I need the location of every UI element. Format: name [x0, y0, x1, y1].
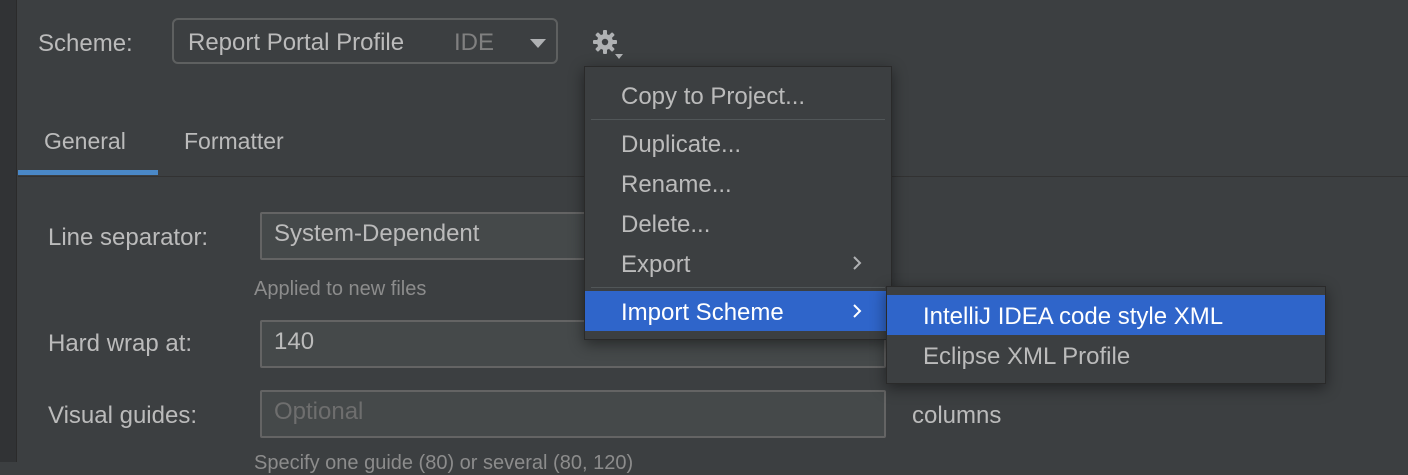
menu-item-label: Duplicate... — [621, 131, 742, 158]
tab-formatter[interactable]: Formatter — [184, 128, 284, 155]
scheme-dropdown[interactable]: Report Portal Profile IDE — [172, 18, 558, 64]
menu-item-copy-to-project[interactable]: Copy to Project... — [585, 75, 891, 115]
import-scheme-submenu: IntelliJ IDEA code style XML Eclipse XML… — [886, 286, 1326, 384]
menu-item-label: Import Scheme — [621, 299, 784, 326]
scheme-dropdown-value: Report Portal Profile — [188, 29, 405, 56]
menu-item-label: Delete... — [621, 211, 711, 238]
submenu-item-eclipse-xml[interactable]: Eclipse XML Profile — [887, 335, 1325, 375]
visual-guides-input[interactable]: Optional — [260, 390, 886, 438]
left-panel-edge — [0, 0, 17, 462]
menu-item-import-scheme[interactable]: Import Scheme — [585, 291, 891, 331]
scheme-label: Scheme: — [38, 30, 133, 57]
tab-selected-indicator — [18, 170, 158, 175]
visual-guides-label: Visual guides: — [48, 402, 197, 429]
submenu-item-intellij-xml[interactable]: IntelliJ IDEA code style XML — [887, 295, 1325, 335]
menu-separator — [591, 119, 885, 120]
visual-guides-hint: Specify one guide (80) or several (80, 1… — [254, 452, 634, 474]
menu-item-rename[interactable]: Rename... — [585, 163, 891, 203]
hard-wrap-label: Hard wrap at: — [48, 330, 193, 357]
submenu-item-label: Eclipse XML Profile — [923, 343, 1131, 370]
chevron-right-icon — [853, 256, 862, 270]
menu-item-export[interactable]: Export — [585, 243, 891, 283]
applied-hint: Applied to new files — [254, 278, 427, 300]
scheme-tag: IDE — [454, 29, 495, 56]
menu-item-label: Export — [621, 251, 691, 278]
menu-separator — [591, 287, 885, 288]
columns-label: columns — [912, 402, 1002, 429]
submenu-item-label: IntelliJ IDEA code style XML — [923, 303, 1224, 330]
chevron-down-icon — [530, 39, 546, 48]
line-separator-dropdown[interactable]: System-Dependent — [260, 212, 600, 260]
tab-general[interactable]: General — [44, 128, 126, 155]
menu-item-label: Rename... — [621, 171, 732, 198]
menu-item-duplicate[interactable]: Duplicate... — [585, 123, 891, 163]
menu-item-delete[interactable]: Delete... — [585, 203, 891, 243]
scheme-actions-menu: Copy to Project... Duplicate... Rename..… — [584, 66, 892, 340]
gear-icon[interactable] — [590, 28, 626, 62]
menu-item-label: Copy to Project... — [621, 83, 806, 110]
chevron-right-icon — [853, 304, 862, 318]
line-separator-label: Line separator: — [48, 224, 209, 251]
